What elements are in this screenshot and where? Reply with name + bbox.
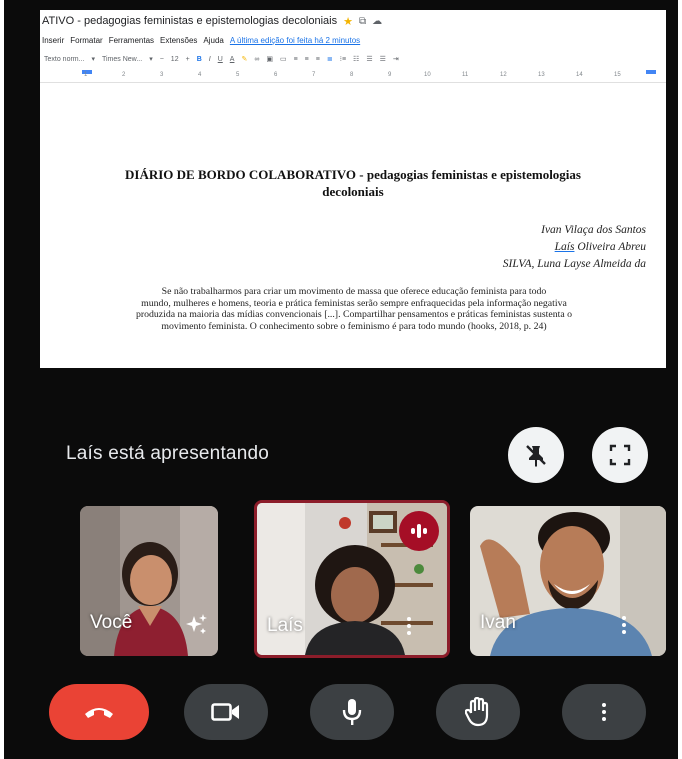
author-name: Laís Oliveira Abreu — [503, 239, 646, 256]
ruler-number: 14 — [576, 72, 583, 78]
more-vert-icon — [602, 703, 606, 721]
ruler-number: 13 — [538, 72, 545, 78]
doc-toolbar: Texto norm... ▾ Times New... ▾ − 12 + B … — [40, 50, 666, 68]
checklist-icon: ☷ — [353, 56, 360, 63]
hand-icon — [465, 697, 489, 727]
ruler-number: 7 — [312, 72, 316, 78]
ruler-number: 2 — [122, 72, 126, 78]
doc-menubar: Inserir Formatar Ferramentas Extensões A… — [40, 32, 666, 48]
videocam-icon — [211, 703, 239, 721]
more-vert-icon[interactable] — [622, 616, 626, 634]
ruler-number: 8 — [350, 72, 354, 78]
participant-name: Laís — [267, 615, 303, 636]
meet-window: ATIVO - pedagogias feministas e epistemo… — [4, 0, 678, 759]
end-call-button[interactable] — [49, 684, 149, 740]
right-indent-marker — [646, 70, 656, 74]
move-folder-icon: ⧉ — [359, 15, 367, 27]
quote-line: mundo, mulheres e homens, teoria e práti… — [141, 297, 567, 309]
decrease-size-icon: − — [159, 55, 164, 63]
ruler-number: 3 — [160, 72, 164, 78]
shared-screen-document: ATIVO - pedagogias feministas e epistemo… — [40, 10, 666, 368]
ruler-number: 4 — [198, 72, 202, 78]
italic-button: I — [208, 55, 211, 63]
highlight-icon: ✎ — [241, 56, 248, 63]
line-spacing-icon: ⁝≡ — [339, 56, 347, 63]
document-heading: DIÁRIO DE BORDO COLABORATIVO - pedagogia… — [50, 166, 656, 200]
chevron-down-icon: ▾ — [149, 56, 153, 63]
mic-icon — [342, 699, 362, 725]
link-icon: ∞ — [254, 55, 260, 63]
author-surname: Oliveira Abreu — [574, 241, 646, 253]
camera-button[interactable] — [184, 684, 268, 740]
audio-level-icon — [411, 524, 427, 538]
author-name: SILVA, Luna Layse Almeida da — [502, 258, 646, 270]
speaking-indicator — [399, 511, 439, 551]
fullscreen-icon — [609, 444, 631, 466]
align-justify-icon: ≣ — [326, 56, 333, 63]
menu-formatar: Formatar — [70, 35, 103, 45]
pin-off-icon — [526, 445, 546, 467]
ruler-number: 10 — [424, 72, 431, 78]
more-vert-icon[interactable] — [407, 617, 411, 635]
doc-title: ATIVO - pedagogias feministas e epistemo… — [42, 15, 338, 27]
raise-hand-button[interactable] — [436, 684, 520, 740]
quote-line: movimento feminista. O conhecimento sobr… — [161, 320, 547, 332]
phone-hangup-icon — [85, 708, 113, 718]
align-center-icon: ≡ — [304, 55, 309, 63]
ruler-number: 11 — [462, 72, 469, 78]
underline-button: U — [217, 55, 223, 63]
participant-tile-ivan[interactable]: Ivan — [470, 506, 666, 656]
indent-icon: ⇥ — [392, 56, 399, 63]
participant-tile-lais[interactable]: Laís — [254, 500, 450, 658]
author-first-name: Laís — [554, 241, 575, 253]
image-icon: ▭ — [279, 56, 287, 63]
participant-name: Você — [90, 612, 133, 633]
participant-tile-voce[interactable]: Você — [80, 506, 218, 656]
menu-ferramentas: Ferramentas — [108, 35, 155, 45]
chevron-down-icon: ▾ — [91, 56, 95, 63]
quote-line: produzida na maioria das mídias convenci… — [135, 309, 573, 320]
last-edit-link: A última edição foi feita há 2 minutos — [229, 35, 361, 45]
align-left-icon: ≡ — [293, 55, 298, 63]
unpin-presentation-button[interactable] — [508, 427, 564, 483]
star-icon: ★ — [343, 15, 353, 28]
menu-ajuda: Ajuda — [203, 35, 224, 45]
cloud-status-icon: ☁ — [372, 15, 383, 27]
font-size: 12 — [170, 55, 179, 63]
ruler-number: 15 — [614, 72, 621, 78]
align-right-icon: ≡ — [315, 55, 320, 63]
sparkle-icon[interactable] — [186, 614, 208, 636]
ruler-number: 12 — [500, 72, 507, 78]
epigraph-quote: Se não trabalharmos para criar um movime… — [54, 286, 654, 332]
numbered-list-icon: ☰ — [379, 56, 386, 63]
style-select: Texto norm... — [44, 55, 85, 63]
heading-line: DIÁRIO DE BORDO COLABORATIVO - pedagogia… — [125, 167, 581, 182]
fullscreen-button[interactable] — [592, 427, 648, 483]
ruler-number: 6 — [274, 72, 278, 78]
participant-name: Ivan — [480, 612, 516, 633]
more-options-button[interactable] — [562, 684, 646, 740]
heading-line: decoloniais — [322, 184, 384, 199]
ruler-number: 1 — [84, 72, 88, 78]
author-list: Ivan Vilaça dos Santos Laís Oliveira Abr… — [503, 222, 646, 273]
presenting-label: Laís está apresentando — [66, 443, 269, 464]
bullet-list-icon: ☰ — [366, 56, 373, 63]
ruler-number: 5 — [236, 72, 240, 78]
microphone-button[interactable] — [310, 684, 394, 740]
comment-icon: ▣ — [266, 56, 273, 63]
menu-extensoes: Extensões — [160, 35, 198, 45]
doc-ruler: 1 2 3 4 5 6 7 8 9 10 11 12 13 14 15 — [40, 70, 666, 83]
increase-size-icon: + — [185, 55, 190, 63]
doc-titlebar: ATIVO - pedagogias feministas e epistemo… — [40, 10, 666, 32]
font-select: Times New... — [101, 55, 143, 63]
author-name: Ivan Vilaça dos Santos — [541, 224, 646, 236]
menu-inserir: Inserir — [42, 35, 65, 45]
ruler-number: 9 — [388, 72, 392, 78]
quote-line: Se não trabalharmos para criar um movime… — [161, 286, 547, 297]
bold-button: B — [196, 55, 202, 63]
text-color-button: A — [229, 55, 235, 63]
